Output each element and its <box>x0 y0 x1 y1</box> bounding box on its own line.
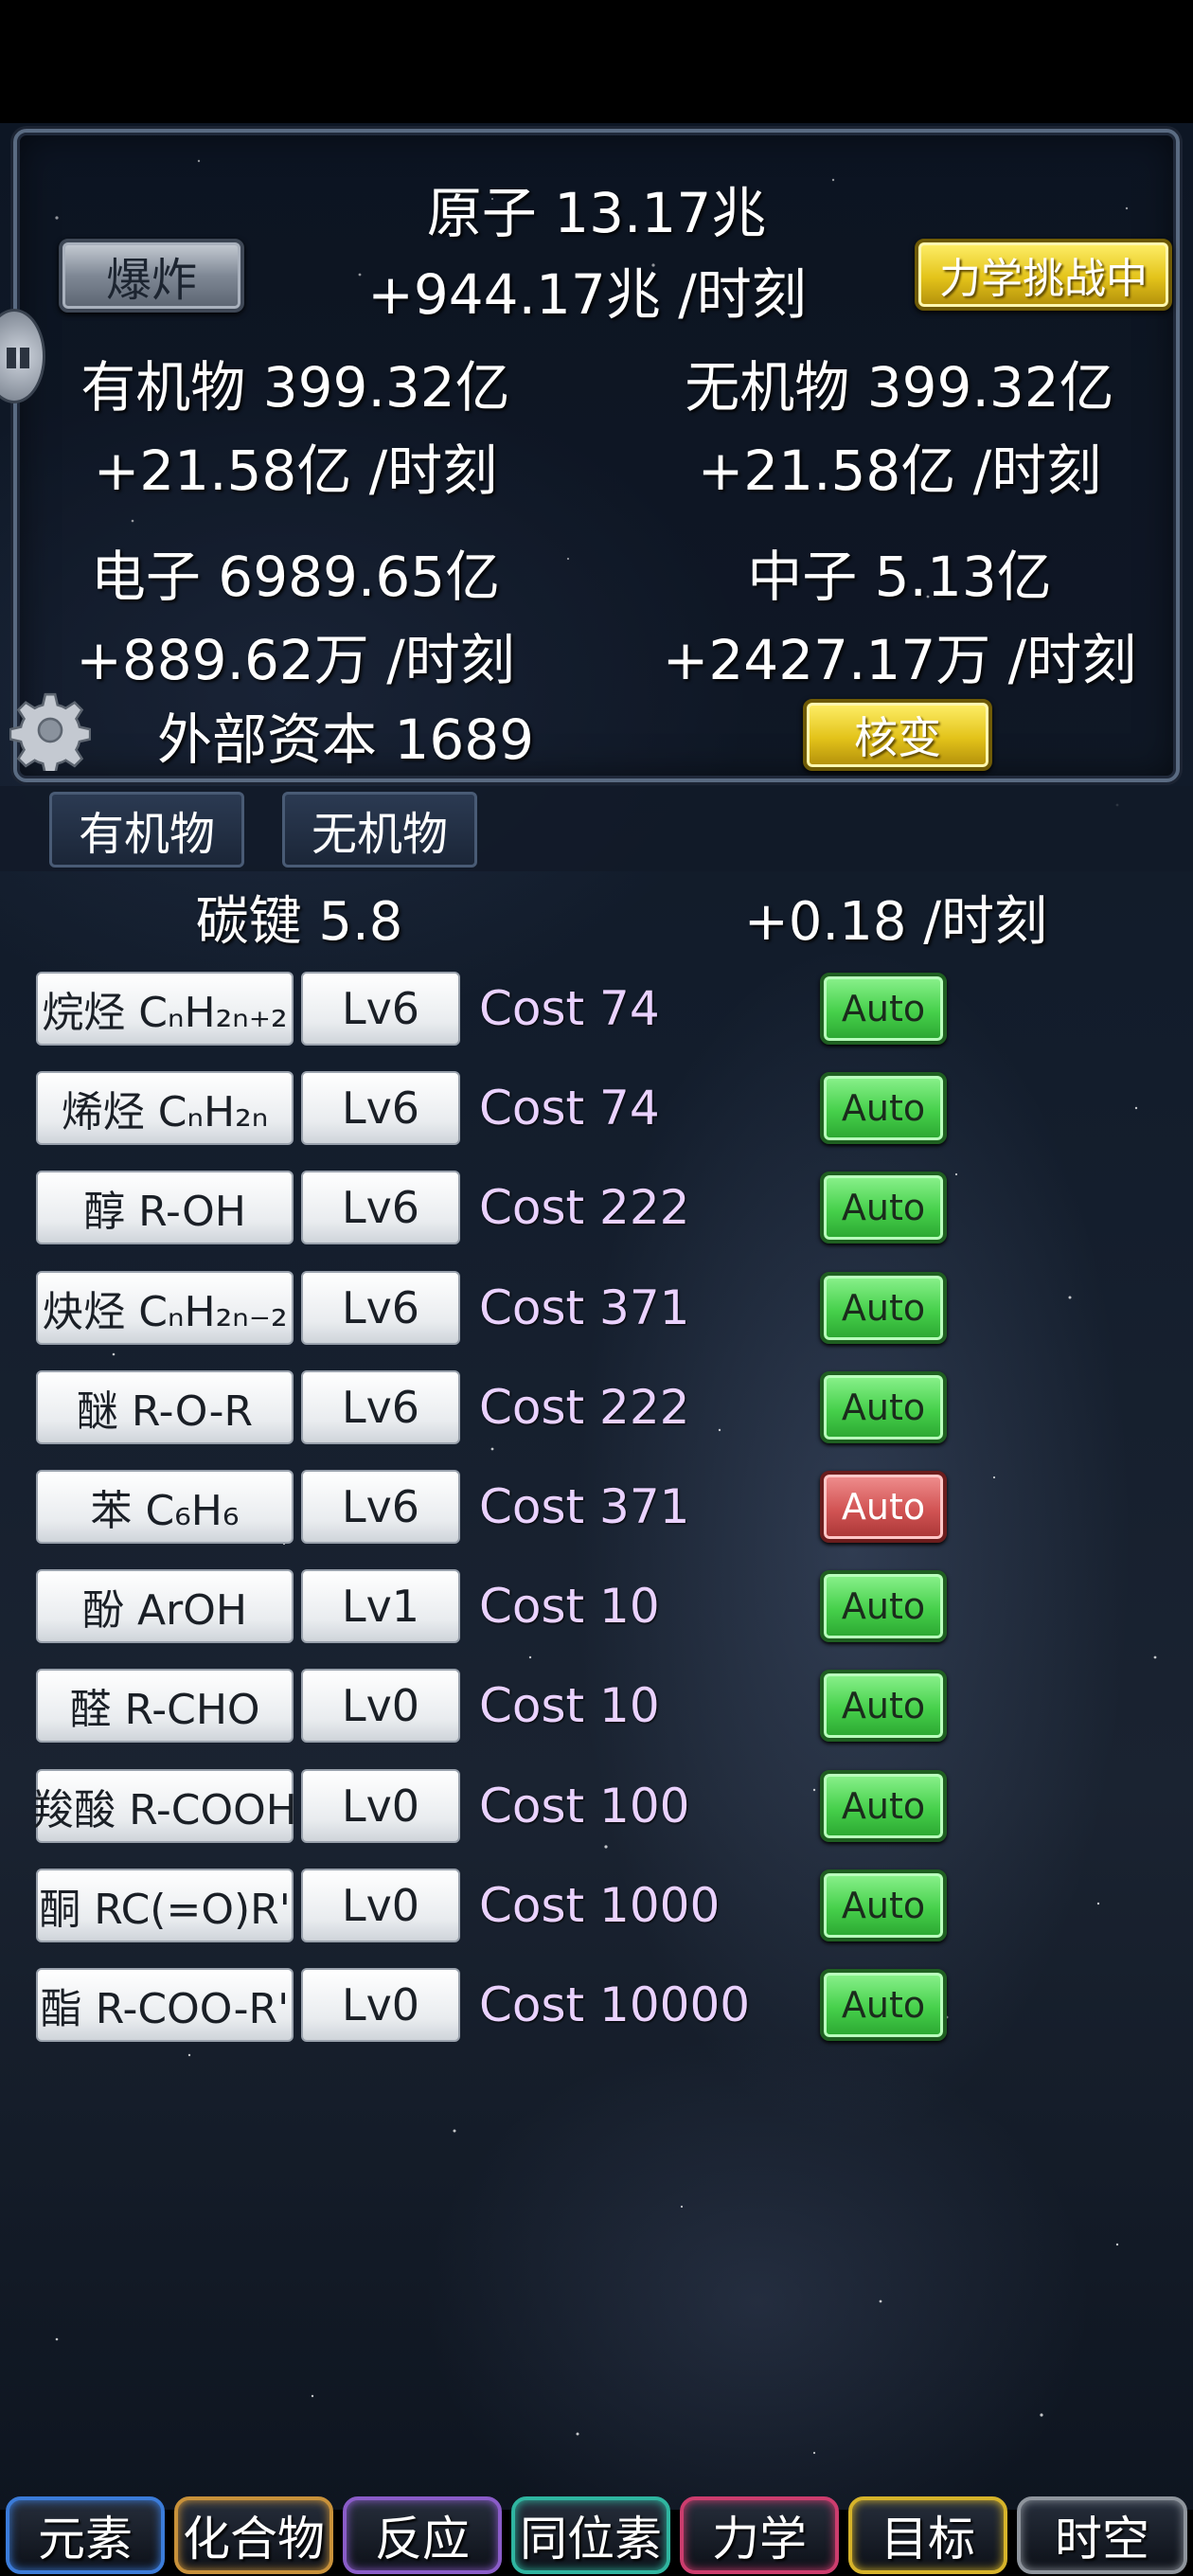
tab-inorganic[interactable]: 无机物 <box>282 792 477 868</box>
level-button[interactable]: Lv0 <box>301 1769 460 1843</box>
auto-toggle[interactable]: Auto <box>820 1371 947 1443</box>
level-button[interactable]: Lv6 <box>301 1071 460 1145</box>
auto-toggle[interactable]: Auto <box>820 1770 947 1842</box>
cost-label: Cost 371 <box>479 1479 690 1534</box>
compound-name-button[interactable]: 醇 R-OH <box>36 1171 294 1244</box>
cost-label: Cost 74 <box>479 1081 660 1136</box>
cost-label: Cost 74 <box>479 981 660 1036</box>
level-button[interactable]: Lv1 <box>301 1569 460 1643</box>
cost-label: Cost 1000 <box>479 1878 721 1933</box>
nav-item[interactable]: 时空 <box>1017 2496 1187 2574</box>
level-button[interactable]: Lv0 <box>301 1869 460 1942</box>
explode-button[interactable]: 爆炸 <box>59 239 244 313</box>
inorganic-rate: +21.58亿 /时刻 <box>697 438 1102 503</box>
external-capital: 外部资本 1689 <box>157 707 535 772</box>
neutron-rate: +2427.17万 /时刻 <box>662 628 1137 692</box>
compound-name-button[interactable]: 酮 RC(=O)R' <box>36 1869 294 1942</box>
compound-name-button[interactable]: 醚 R-O-R <box>36 1370 294 1444</box>
cost-label: Cost 10 <box>479 1579 660 1634</box>
carbon-bond: 碳键 5.8 <box>195 891 403 953</box>
auto-toggle[interactable]: Auto <box>820 1172 947 1243</box>
compound-name-button[interactable]: 酚 ArOH <box>36 1569 294 1643</box>
nav-item[interactable]: 力学 <box>680 2496 839 2574</box>
atom-rate: +944.17兆 /时刻 <box>367 262 807 327</box>
auto-toggle[interactable]: Auto <box>820 1570 947 1642</box>
inorganic-count: 无机物 399.32亿 <box>685 355 1114 420</box>
level-button[interactable]: Lv6 <box>301 1370 460 1444</box>
gear-icon[interactable] <box>9 689 91 771</box>
tab-organic[interactable]: 有机物 <box>49 792 244 868</box>
nav-item[interactable]: 反应 <box>343 2496 502 2574</box>
auto-toggle[interactable]: Auto <box>820 1869 947 1941</box>
cost-label: Cost 222 <box>479 1180 690 1235</box>
auto-toggle[interactable]: Auto <box>820 1471 947 1543</box>
neutron-count: 中子 5.13亿 <box>747 545 1052 609</box>
organic-count: 有机物 399.32亿 <box>80 355 510 420</box>
cost-label: Cost 100 <box>479 1779 690 1834</box>
level-button[interactable]: Lv0 <box>301 1968 460 2042</box>
fission-button[interactable]: 核变 <box>803 699 992 771</box>
nav-item[interactable]: 化合物 <box>174 2496 333 2574</box>
compound-name-button[interactable]: 羧酸 R-COOH <box>32 1769 297 1843</box>
mechanics-challenge-button[interactable]: 力学挑战中 <box>915 239 1172 311</box>
level-button[interactable]: Lv6 <box>301 972 460 1046</box>
auto-toggle[interactable]: Auto <box>820 1272 947 1344</box>
carbon-bond-rate: +0.18 /时刻 <box>743 891 1048 953</box>
nav-item[interactable]: 元素 <box>6 2496 165 2574</box>
level-button[interactable]: Lv0 <box>301 1669 460 1743</box>
nav-item[interactable]: 同位素 <box>511 2496 670 2574</box>
cost-label: Cost 371 <box>479 1280 690 1335</box>
compound-name-button[interactable]: 醛 R-CHO <box>36 1669 294 1743</box>
cost-label: Cost 10000 <box>479 1977 751 2032</box>
compound-name-button[interactable]: 炔烃 CₙH₂ₙ₋₂ <box>36 1271 294 1345</box>
level-button[interactable]: Lv6 <box>301 1271 460 1345</box>
cost-label: Cost 10 <box>479 1678 660 1733</box>
electron-count: 电子 6989.65亿 <box>90 545 501 609</box>
auto-toggle[interactable]: Auto <box>820 1670 947 1742</box>
compound-name-button[interactable]: 烷烃 CₙH₂ₙ₊₂ <box>36 972 294 1046</box>
atom-count: 原子 13.17兆 <box>426 181 767 245</box>
compound-name-button[interactable]: 烯烃 CₙH₂ₙ <box>36 1071 294 1145</box>
auto-toggle[interactable]: Auto <box>820 1969 947 2041</box>
electron-rate: +889.62万 /时刻 <box>76 628 515 692</box>
compound-name-button[interactable]: 苯 C₆H₆ <box>36 1470 294 1544</box>
nav-item[interactable]: 目标 <box>848 2496 1007 2574</box>
level-button[interactable]: Lv6 <box>301 1171 460 1244</box>
auto-toggle[interactable]: Auto <box>820 973 947 1045</box>
auto-toggle[interactable]: Auto <box>820 1072 947 1144</box>
level-button[interactable]: Lv6 <box>301 1470 460 1544</box>
organic-rate: +21.58亿 /时刻 <box>93 438 498 503</box>
cost-label: Cost 222 <box>479 1380 690 1435</box>
compound-name-button[interactable]: 酯 R-COO-R' <box>36 1968 294 2042</box>
